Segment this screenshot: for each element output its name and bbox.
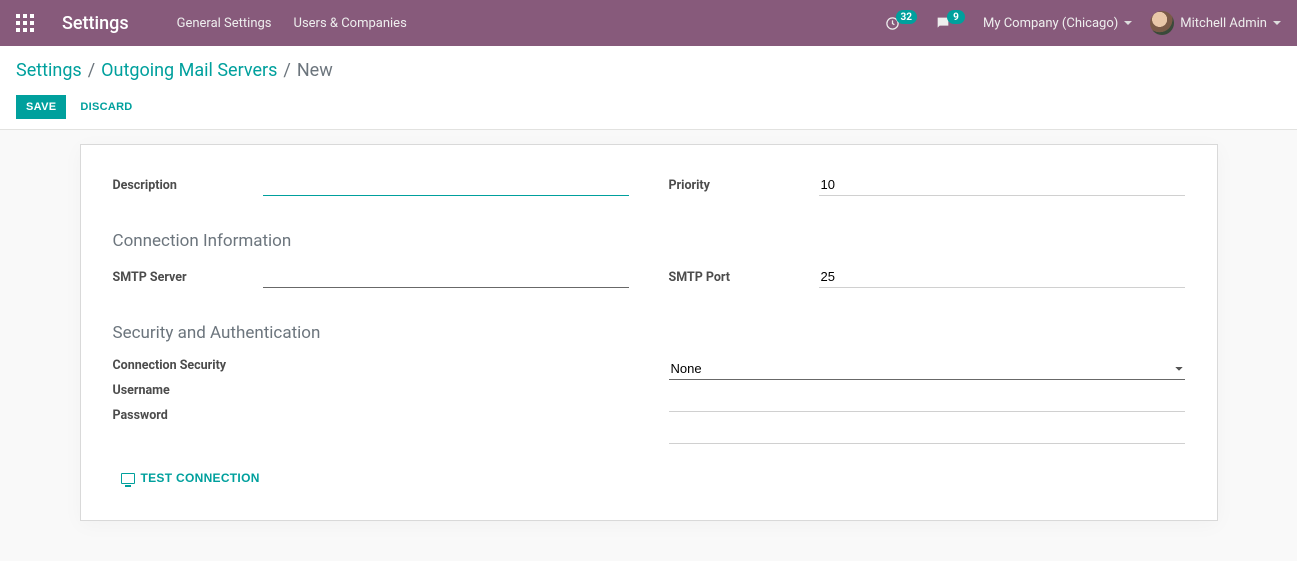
section-security-title: Security and Authentication (113, 323, 1185, 343)
save-button[interactable]: Save (16, 95, 66, 119)
monitor-icon (121, 473, 135, 484)
user-name: Mitchell Admin (1180, 16, 1267, 31)
company-name: My Company (Chicago) (983, 16, 1118, 31)
connection-security-select[interactable]: None (669, 358, 1185, 380)
control-panel: Settings / Outgoing Mail Servers / New S… (0, 46, 1297, 130)
caret-down-icon (1124, 21, 1132, 25)
username-label: Username (113, 378, 263, 403)
form-view: Description Priority Connection Informat… (0, 130, 1297, 561)
description-input[interactable] (263, 174, 629, 196)
avatar (1150, 11, 1174, 35)
smtp-server-input[interactable] (263, 266, 629, 288)
nav-users-companies[interactable]: Users & Companies (294, 16, 407, 31)
discuss-badge: 9 (947, 10, 965, 24)
activities-icon[interactable]: 32 (885, 16, 917, 31)
form-sheet: Description Priority Connection Informat… (80, 144, 1218, 521)
activities-badge: 32 (896, 10, 917, 24)
test-connection-label: Test Connection (141, 471, 260, 485)
username-input[interactable] (669, 390, 1185, 412)
nav-general-settings[interactable]: General Settings (177, 16, 272, 31)
password-input[interactable] (669, 422, 1185, 444)
top-navbar: Settings General Settings Users & Compan… (0, 0, 1297, 46)
description-label: Description (113, 169, 263, 201)
smtp-server-label: SMTP Server (113, 261, 263, 293)
discuss-icon[interactable]: 9 (935, 15, 965, 31)
app-brand[interactable]: Settings (62, 13, 129, 34)
breadcrumb-settings[interactable]: Settings (16, 60, 82, 81)
apps-icon[interactable] (16, 14, 34, 32)
breadcrumb: Settings / Outgoing Mail Servers / New (16, 60, 1281, 81)
connection-security-label: Connection Security (113, 353, 263, 378)
breadcrumb-outgoing-mail-servers[interactable]: Outgoing Mail Servers (101, 60, 277, 81)
company-switcher[interactable]: My Company (Chicago) (983, 16, 1132, 31)
discard-button[interactable]: Discard (80, 101, 132, 113)
smtp-port-label: SMTP Port (669, 261, 819, 293)
priority-label: Priority (669, 169, 819, 201)
user-menu[interactable]: Mitchell Admin (1150, 11, 1281, 35)
test-connection-button[interactable]: Test Connection (121, 471, 260, 485)
priority-input[interactable] (819, 174, 1185, 196)
password-label: Password (113, 403, 263, 428)
section-connection-title: Connection Information (113, 231, 1185, 251)
caret-down-icon (1273, 21, 1281, 25)
smtp-port-input[interactable] (819, 266, 1185, 288)
breadcrumb-current: New (297, 60, 333, 81)
